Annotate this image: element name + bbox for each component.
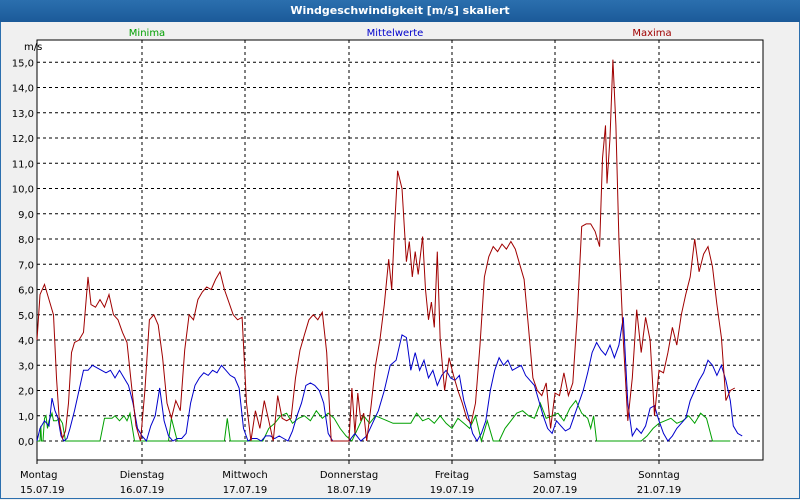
- y-tick-label: 13,0: [12, 109, 34, 120]
- y-tick-label: 8,0: [18, 235, 34, 246]
- legend-minima: Minima: [129, 28, 165, 39]
- x-tick-day: Mittwoch: [222, 470, 267, 481]
- plot-area: [36, 39, 764, 461]
- y-tick-label: 3,0: [18, 361, 34, 372]
- legend-maxima: Maxima: [632, 28, 671, 39]
- x-tick-date: 16.07.19: [120, 485, 165, 496]
- x-tick-date: 21.07.19: [637, 485, 682, 496]
- y-tick-label: 7,0: [18, 260, 34, 271]
- y-tick-label: 10,0: [12, 185, 34, 196]
- y-axis-unit: m/s: [24, 42, 42, 53]
- x-tick-day: Freitag: [435, 470, 469, 481]
- y-tick-label: 15,0: [12, 58, 34, 69]
- y-tick-label: 12,0: [12, 134, 34, 145]
- wind-speed-chart: 0,0 1,0 2,0 3,0 4,0 5,0 6,0 7,0 8,0 9,0 10,0 11,0 12…: [12, 28, 764, 496]
- x-tick-day: Sonntag: [638, 470, 680, 481]
- y-tick-label: 2,0: [18, 387, 34, 398]
- y-tick-label: 1,0: [18, 412, 34, 423]
- x-tick-day: Samstag: [533, 470, 577, 481]
- x-tick-date: 15.07.19: [20, 485, 65, 496]
- y-tick-label: 9,0: [18, 210, 34, 221]
- y-tick-label: 4,0: [18, 336, 34, 347]
- y-tick-label: 11,0: [12, 159, 34, 170]
- x-axis-ticks: Montag 15.07.19 Dienstag 16.07.19 Mittwoch 17…: [20, 460, 681, 496]
- x-tick-date: 20.07.19: [533, 485, 578, 496]
- x-tick-day: Donnerstag: [320, 470, 378, 481]
- legend-mittelwerte: Mittelwerte: [367, 28, 424, 39]
- x-tick-day: Montag: [20, 470, 57, 481]
- y-tick-label: 14,0: [12, 84, 34, 95]
- y-tick-label: 5,0: [18, 311, 34, 322]
- y-axis-ticks: 0,0 1,0 2,0 3,0 4,0 5,0 6,0 7,0 8,0 9,0 10,0 11,0 12…: [12, 58, 34, 448]
- y-tick-label: 6,0: [18, 286, 34, 297]
- x-tick-date: 18.07.19: [327, 485, 372, 496]
- y-tick-label: 0,0: [18, 437, 34, 448]
- x-tick-day: Dienstag: [120, 470, 165, 481]
- x-tick-date: 17.07.19: [223, 485, 268, 496]
- x-tick-date: 19.07.19: [430, 485, 475, 496]
